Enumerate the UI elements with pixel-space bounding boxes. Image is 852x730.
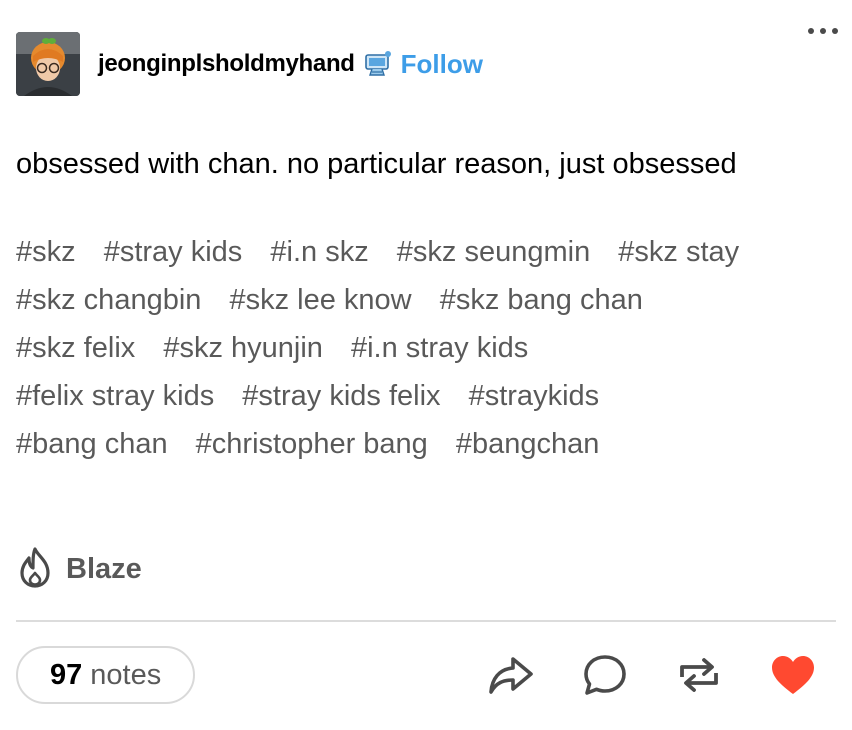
reply-icon[interactable]	[580, 650, 630, 700]
tag-row: #skz felix #skz hyunjin #i.n stray kids	[16, 324, 836, 372]
tag[interactable]: #skz	[16, 236, 76, 268]
tag[interactable]: #skz stay	[618, 236, 739, 268]
tag-list: #skz #stray kids #i.n skz #skz seungmin …	[16, 228, 836, 468]
username[interactable]: jeonginplsholdmyhand	[98, 50, 355, 78]
tag-row: #felix stray kids #stray kids felix #str…	[16, 372, 836, 420]
tag[interactable]: #stray kids	[104, 236, 243, 268]
computer-badge-icon	[363, 49, 393, 79]
heart-icon[interactable]	[768, 650, 818, 700]
tag[interactable]: #i.n stray kids	[351, 332, 528, 364]
tag[interactable]: #skz changbin	[16, 284, 201, 316]
tag[interactable]: #skz felix	[16, 332, 135, 364]
share-icon[interactable]	[486, 650, 536, 700]
notes-label: notes	[90, 658, 162, 691]
more-dot	[820, 28, 826, 34]
flame-icon	[16, 546, 54, 593]
tumblr-post: jeonginplsholdmyhand Follow obsessed wit…	[0, 0, 852, 730]
tag[interactable]: #skz lee know	[229, 284, 411, 316]
more-dot	[808, 28, 814, 34]
post-actions	[486, 650, 818, 700]
tag[interactable]: #stray kids felix	[242, 380, 440, 412]
tag[interactable]: #christopher bang	[196, 428, 428, 460]
avatar[interactable]	[16, 32, 80, 96]
tag[interactable]: #bang chan	[16, 428, 168, 460]
tag[interactable]: #skz hyunjin	[163, 332, 323, 364]
tag-row: #skz changbin #skz lee know #skz bang ch…	[16, 276, 836, 324]
notes-count: 97	[50, 658, 83, 691]
blaze-button[interactable]: Blaze	[16, 546, 142, 593]
tag[interactable]: #skz seungmin	[397, 236, 590, 268]
post-body: obsessed with chan. no particular reason…	[16, 148, 737, 180]
tag[interactable]: #i.n skz	[270, 236, 368, 268]
tag[interactable]: #felix stray kids	[16, 380, 214, 412]
notes-button[interactable]: 97 notes	[16, 646, 196, 704]
divider	[16, 620, 836, 622]
tag[interactable]: #skz bang chan	[440, 284, 643, 316]
tag[interactable]: #straykids	[469, 380, 600, 412]
tag-row: #skz #stray kids #i.n skz #skz seungmin …	[16, 228, 836, 276]
blaze-label: Blaze	[66, 553, 142, 585]
more-dot	[832, 28, 838, 34]
follow-button[interactable]: Follow	[401, 49, 483, 80]
tag-row: #bang chan #christopher bang #bangchan	[16, 420, 836, 468]
tag[interactable]: #bangchan	[456, 428, 600, 460]
post-header: jeonginplsholdmyhand Follow	[16, 32, 836, 96]
more-options-icon[interactable]	[808, 28, 838, 34]
reblog-icon[interactable]	[674, 650, 724, 700]
